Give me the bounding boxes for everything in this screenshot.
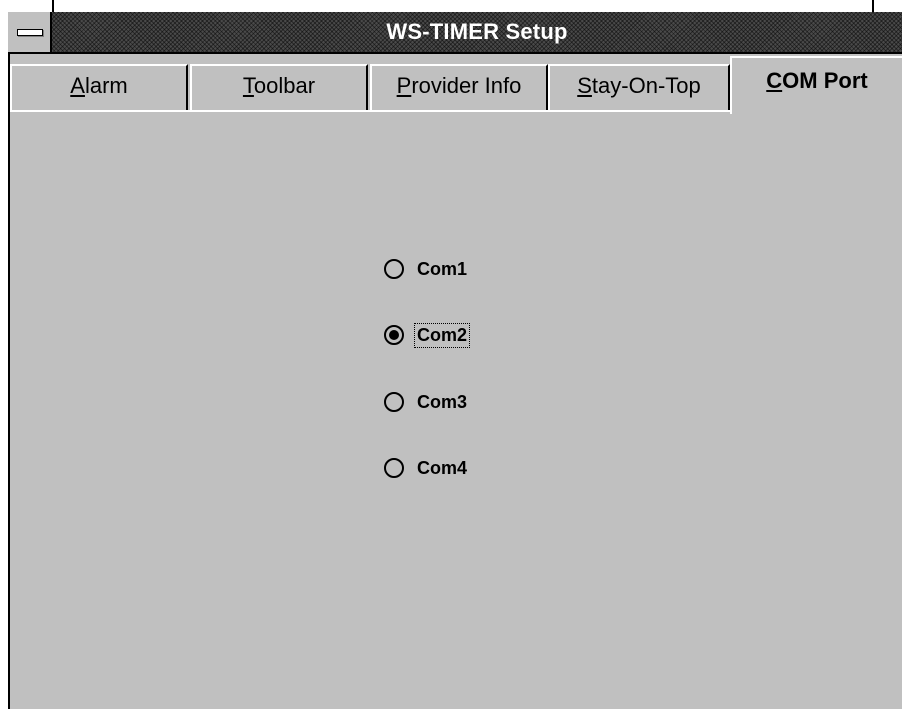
tab-provider-info[interactable]: Provider Info (370, 64, 548, 110)
tab-com-port[interactable]: COM Port (730, 56, 902, 114)
tab-toolbar-label: Toolbar (242, 73, 316, 98)
radio-com2-circle[interactable] (384, 325, 404, 345)
radio-com2-label[interactable]: Com2 (413, 322, 471, 348)
radio-com1[interactable]: Com1 (384, 252, 469, 286)
tab-toolbar[interactable]: Toolbar (190, 64, 368, 110)
tab-alarm-label: Alarm (70, 73, 128, 98)
page: WS-TIMER Setup Alarm Toolbar Provider In… (0, 0, 902, 709)
radio-com1-circle[interactable] (384, 259, 404, 279)
tab-provider-info-label: Provider Info (396, 73, 522, 98)
radio-selected-dot (389, 330, 399, 340)
radio-com4-label[interactable]: Com4 (415, 457, 469, 480)
tab-alarm[interactable]: Alarm (10, 64, 188, 110)
radio-com2[interactable]: Com2 (384, 318, 471, 352)
tab-stay-on-top[interactable]: Stay-On-Top (548, 64, 730, 110)
radio-com4-circle[interactable] (384, 458, 404, 478)
radio-com3-circle[interactable] (384, 392, 404, 412)
tab-com-port-label: COM Port (766, 68, 868, 93)
window-top-edge (8, 0, 902, 12)
title-bar[interactable]: WS-TIMER Setup (8, 12, 902, 54)
tab-stay-on-top-label: Stay-On-Top (577, 73, 701, 98)
radio-com3[interactable]: Com3 (384, 385, 469, 419)
frame-notch (52, 0, 54, 12)
radio-com1-label[interactable]: Com1 (415, 258, 469, 281)
system-menu-button[interactable] (8, 12, 52, 52)
radio-com4[interactable]: Com4 (384, 451, 469, 485)
tab-strip: Alarm Toolbar Provider Info Stay-On-Top … (10, 54, 902, 116)
radio-com3-label[interactable]: Com3 (415, 391, 469, 414)
window-title: WS-TIMER Setup (386, 19, 568, 44)
frame-notch-right (872, 0, 874, 12)
system-menu-icon (17, 29, 43, 36)
